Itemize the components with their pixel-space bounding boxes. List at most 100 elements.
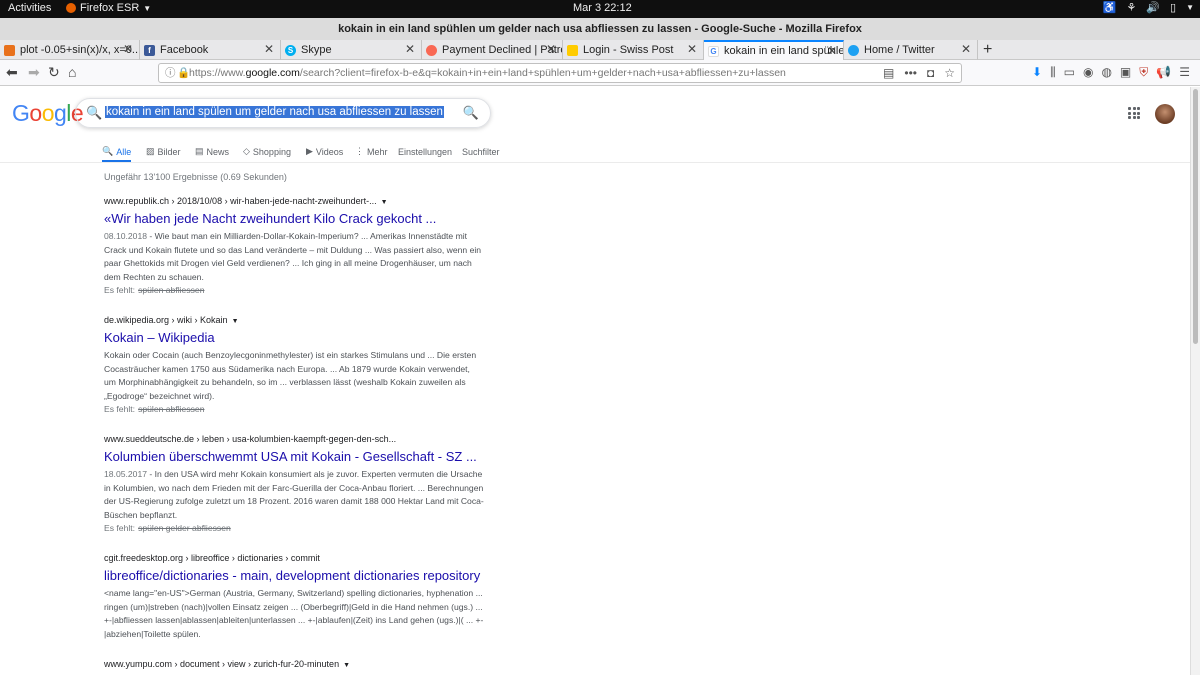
result-title-link[interactable]: Kolumbien überschwemmt USA mit Kokain - … — [104, 449, 484, 464]
tab-twitter[interactable]: Home / Twitter ✕ — [844, 40, 978, 60]
result-cite: www.yumpu.com › document › view › zurich… — [104, 659, 340, 669]
result-url[interactable]: de.wikipedia.org › wiki › Kokain ▼ — [104, 315, 484, 325]
url-prefix: https://www. — [189, 67, 246, 79]
tab-settings[interactable]: Einstellungen — [398, 143, 452, 160]
chevron-down-icon: ▼ — [1186, 3, 1194, 12]
new-tab-button[interactable]: + — [983, 41, 992, 59]
close-icon[interactable]: ✕ — [687, 42, 697, 56]
missing-label: Es fehlt: — [104, 285, 136, 296]
search-input[interactable]: kokain in ein land spülen um gelder nach… — [105, 106, 444, 118]
result-title-link[interactable]: Kokain – Wikipedia — [104, 330, 484, 345]
search-icon: 🔍 — [86, 105, 103, 120]
tab-tools[interactable]: Suchfilter — [462, 143, 500, 160]
chevron-down-icon[interactable]: ▼ — [381, 199, 388, 206]
search-result: www.yumpu.com › document › view › zurich… — [104, 659, 484, 669]
chevron-down-icon[interactable]: ▼ — [232, 318, 239, 325]
tab-patreon[interactable]: Payment Declined | Patreon ✕ — [422, 40, 563, 60]
avatar[interactable] — [1155, 104, 1175, 124]
extension-icon[interactable]: ▣ — [1120, 65, 1131, 80]
google-logo[interactable]: Google — [12, 100, 84, 127]
result-url[interactable]: www.sueddeutsche.de › leben › usa-kolumb… — [104, 434, 484, 444]
library-icon[interactable]: ⫼ — [1050, 65, 1056, 80]
news-icon: ▤ — [195, 146, 204, 156]
tab-more[interactable]: ⋮ Mehr — [355, 143, 388, 160]
navigation-toolbar: ⬅ ➡ ↻ ⌂ ⓘ 🔒 https://www.google.com/searc… — [0, 60, 1200, 86]
tab-label: Videos — [315, 146, 344, 157]
result-snippet: Kokain oder Cocain (auch Benzoylecgoninm… — [104, 350, 477, 401]
tab-images[interactable]: ▨ Bilder — [146, 143, 181, 160]
tab-videos[interactable]: ▶ Videos — [306, 143, 343, 160]
result-title-link[interactable]: «Wir haben jede Nacht zweihundert Kilo C… — [104, 211, 484, 226]
tab-label: Suchfilter — [462, 146, 500, 157]
close-icon[interactable]: ✕ — [961, 42, 971, 56]
tab-swiss-post[interactable]: Login - Swiss Post ✕ — [563, 40, 704, 60]
system-tray[interactable]: ♿ ⚘ 🔊 ▯ ▼ — [1103, 1, 1194, 14]
close-icon[interactable]: ✕ — [123, 42, 133, 56]
extension-icon[interactable]: ◍ — [1101, 65, 1111, 80]
search-result: www.sueddeutsche.de › leben › usa-kolumb… — [104, 434, 484, 536]
reload-button[interactable]: ↻ — [48, 64, 60, 81]
app-menu-label: Firefox ESR — [80, 2, 140, 14]
sidebar-icon[interactable]: ▭ — [1064, 65, 1075, 80]
tab-facebook[interactable]: f Facebook ✕ — [140, 40, 281, 60]
close-icon[interactable]: ✕ — [264, 42, 274, 56]
account-icon[interactable]: ◉ — [1083, 65, 1093, 80]
result-snippet: <name lang="en-US">German (Austria, Germ… — [104, 588, 484, 639]
close-icon[interactable]: ✕ — [405, 42, 415, 56]
clock[interactable]: Mar 3 22:12 — [573, 2, 632, 14]
missing-words: spülen gelder abfliessen — [138, 523, 231, 534]
scrollbar-thumb[interactable] — [1193, 89, 1198, 344]
facebook-favicon-icon: f — [144, 44, 155, 56]
back-button[interactable]: ⬅ — [6, 64, 18, 81]
tab-shopping[interactable]: ◇ Shopping — [243, 143, 291, 160]
pocket-icon[interactable]: ◘ — [927, 64, 934, 82]
page-scrollbar[interactable] — [1190, 87, 1200, 675]
download-icon[interactable]: ⬇ — [1032, 65, 1042, 80]
tab-label: Einstellungen — [398, 146, 453, 157]
result-title-link[interactable]: libreoffice/dictionaries - main, develop… — [104, 568, 484, 583]
page-actions-icon[interactable]: ••• — [904, 64, 917, 82]
google-apps-icon[interactable] — [1128, 107, 1140, 119]
result-cite: www.republik.ch › 2018/10/08 › wir-haben… — [104, 196, 377, 206]
tab-plot[interactable]: plot -0.05+sin(x)/x, x=0.. ✕ — [0, 40, 140, 60]
notification-icon[interactable]: 📢 — [1156, 65, 1171, 80]
accessibility-icon[interactable]: ♿ — [1103, 1, 1117, 14]
window-title: kokain in ein land spühlen um gelder nac… — [0, 18, 1200, 40]
info-icon[interactable]: ⓘ — [165, 64, 176, 82]
missing-words: spülen abfliessen — [138, 285, 205, 296]
chevron-down-icon: ▼ — [143, 3, 152, 13]
tab-label: Mehr — [367, 146, 388, 157]
tab-skype[interactable]: S Skype ✕ — [281, 40, 422, 60]
missing-terms: Es fehlt: spülen abfliessen — [104, 284, 484, 298]
tab-news[interactable]: ▤ News — [195, 143, 229, 160]
close-icon[interactable]: ✕ — [827, 44, 837, 58]
chevron-down-icon[interactable]: ▼ — [343, 662, 350, 669]
tab-label: News — [206, 146, 230, 157]
skype-favicon-icon: S — [285, 44, 296, 56]
search-submit-icon[interactable]: 🔍 — [463, 105, 479, 121]
result-url[interactable]: cgit.freedesktop.org › libreoffice › dic… — [104, 553, 484, 563]
bookmark-star-icon[interactable]: ☆ — [944, 64, 955, 82]
search-box[interactable]: 🔍 kokain in ein land spülen um gelder na… — [75, 98, 491, 128]
tab-label: kokain in ein land spühlen — [724, 45, 843, 57]
tag-icon: ◇ — [243, 146, 250, 156]
result-url[interactable]: www.yumpu.com › document › view › zurich… — [104, 659, 484, 669]
reader-view-icon[interactable]: ▤ — [883, 64, 894, 82]
swiss-post-favicon-icon — [567, 44, 578, 56]
more-icon: ⋮ — [355, 146, 364, 156]
twitter-favicon-icon — [848, 44, 859, 56]
ublock-icon[interactable]: ⛨ — [1139, 65, 1148, 80]
tab-google-search[interactable]: G kokain in ein land spühlen ✕ — [704, 40, 844, 60]
search-result: www.republik.ch › 2018/10/08 › wir-haben… — [104, 196, 484, 298]
app-menu[interactable]: Firefox ESR ▼ — [66, 2, 151, 14]
result-url[interactable]: www.republik.ch › 2018/10/08 › wir-haben… — [104, 196, 484, 206]
activities-button[interactable]: Activities — [8, 2, 51, 14]
url-text[interactable]: https://www.google.com/search?client=fir… — [189, 64, 786, 82]
forward-button[interactable]: ➡ — [28, 64, 40, 81]
search-icon: 🔍 — [102, 146, 114, 156]
url-bar[interactable]: ⓘ 🔒 https://www.google.com/search?client… — [158, 63, 962, 83]
tab-all[interactable]: 🔍 Alle — [102, 143, 132, 162]
menu-icon[interactable]: ☰ — [1179, 65, 1190, 80]
close-icon[interactable]: ✕ — [546, 42, 556, 56]
home-button[interactable]: ⌂ — [68, 64, 76, 80]
